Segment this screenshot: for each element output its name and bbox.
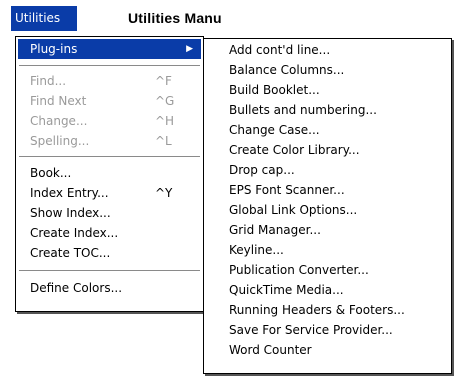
submenu-item-drop-cap[interactable]: Drop cap... — [206, 161, 449, 180]
menu-item-label: Define Colors... — [30, 281, 123, 295]
menu-item-create-index[interactable]: Create Index... — [18, 223, 201, 243]
submenu-item-keyline[interactable]: Keyline... — [206, 241, 449, 260]
submenu-item-publication-converter[interactable]: Publication Converter... — [206, 261, 449, 280]
submenu-item-create-color-library[interactable]: Create Color Library... — [206, 141, 449, 160]
menu-item-label: Plug-ins — [30, 42, 78, 56]
menu-item-plug-ins[interactable]: Plug-ins ▶ — [18, 39, 201, 59]
menu-item-label: Index Entry... — [30, 186, 109, 200]
submenu-item-eps-font-scanner[interactable]: EPS Font Scanner... — [206, 181, 449, 200]
submenu-item-grid-manager[interactable]: Grid Manager... — [206, 221, 449, 240]
menu-item-find[interactable]: Find... ^F — [18, 71, 201, 91]
menu-item-shortcut: ^Y — [155, 186, 173, 200]
page-caption: Utilities Manu — [128, 10, 222, 26]
submenu-item-global-link-options[interactable]: Global Link Options... — [206, 201, 449, 220]
menu-item-shortcut: ^G — [155, 94, 175, 108]
menu-separator — [19, 270, 200, 272]
submenu-item-running-headers-footers[interactable]: Running Headers & Footers... — [206, 301, 449, 320]
submenu-item-balance-columns[interactable]: Balance Columns... — [206, 61, 449, 80]
menu-item-label: Book... — [30, 166, 72, 180]
menu-item-spelling[interactable]: Spelling... ^L — [18, 131, 201, 151]
menu-item-shortcut: ^F — [155, 74, 172, 88]
plug-ins-submenu: Add cont'd line... Balance Columns... Bu… — [203, 38, 452, 374]
submenu-item-quicktime-media[interactable]: QuickTime Media... — [206, 281, 449, 300]
menu-item-create-toc[interactable]: Create TOC... — [18, 243, 201, 263]
menu-item-index-entry[interactable]: Index Entry... ^Y — [18, 183, 201, 203]
menu-item-shortcut: ^L — [155, 134, 172, 148]
menu-item-shortcut: ^H — [155, 114, 175, 128]
menu-separator — [19, 65, 200, 67]
menu-item-label: Find Next — [30, 94, 87, 108]
menu-item-label: Show Index... — [30, 206, 111, 220]
submenu-item-word-counter[interactable]: Word Counter — [206, 341, 449, 360]
submenu-arrow-icon: ▶ — [186, 44, 193, 54]
submenu-item-build-booklet[interactable]: Build Booklet... — [206, 81, 449, 100]
menu-item-label: Create TOC... — [30, 246, 111, 260]
utilities-menu-tab[interactable]: Utilities — [11, 6, 77, 31]
menu-item-define-colors[interactable]: Define Colors... — [18, 278, 201, 298]
submenu-item-change-case[interactable]: Change Case... — [206, 121, 449, 140]
submenu-item-save-for-service-provider[interactable]: Save For Service Provider... — [206, 321, 449, 340]
utilities-menu: Plug-ins ▶ Find... ^F Find Next ^G Chang… — [15, 36, 204, 312]
submenu-item-add-contd-line[interactable]: Add cont'd line... — [206, 41, 449, 60]
menu-item-label: Create Index... — [30, 226, 119, 240]
menu-item-change[interactable]: Change... ^H — [18, 111, 201, 131]
menu-item-label: Find... — [30, 74, 67, 88]
menu-separator — [19, 156, 200, 158]
menu-item-book[interactable]: Book... — [18, 163, 201, 183]
menu-item-show-index[interactable]: Show Index... — [18, 203, 201, 223]
submenu-item-bullets-and-numbering[interactable]: Bullets and numbering... — [206, 101, 449, 120]
menu-item-label: Spelling... — [30, 134, 90, 148]
menu-item-label: Change... — [30, 114, 88, 128]
menu-item-find-next[interactable]: Find Next ^G — [18, 91, 201, 111]
